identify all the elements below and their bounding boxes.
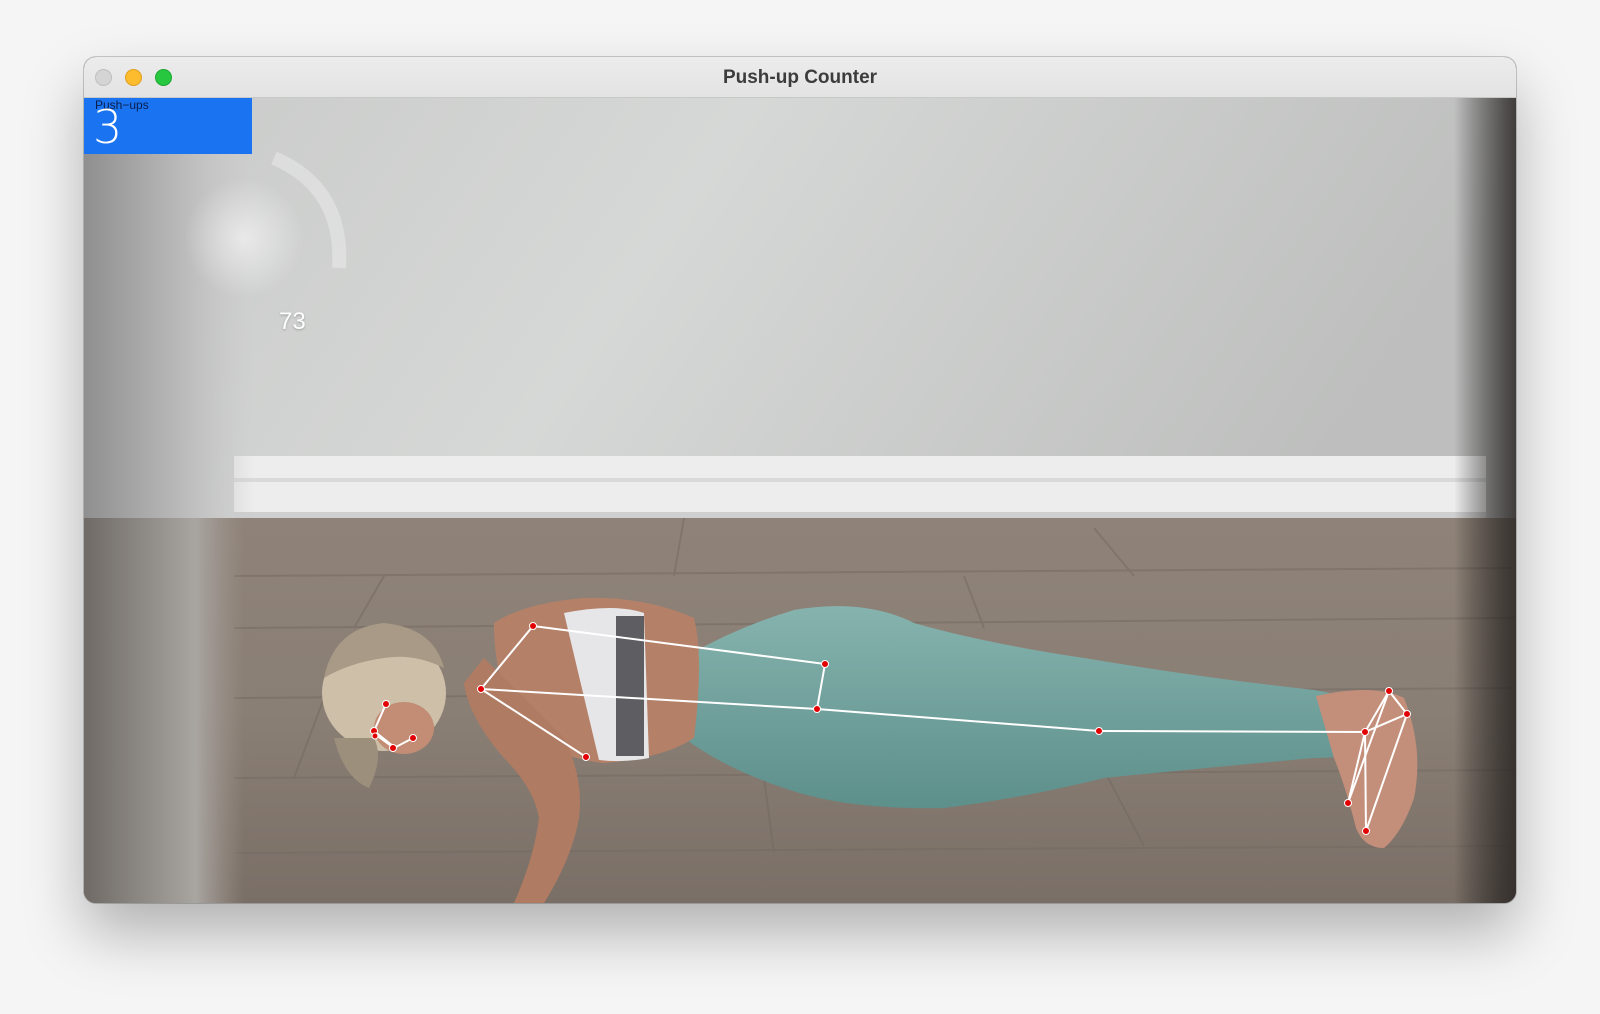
- pushup-counter-box: Push−ups 3: [84, 98, 252, 154]
- blurred-foreground: [84, 98, 254, 518]
- app-window: Push-up Counter Push−ups 3 73: [84, 57, 1516, 903]
- window-title: Push-up Counter: [722, 67, 878, 88]
- video-scene: [84, 98, 1516, 903]
- elbow-angle-readout: 73: [279, 308, 306, 335]
- title-bar: Push-up Counter: [84, 57, 1516, 98]
- baseboard: [234, 456, 1486, 518]
- pushup-counter-value: 3: [93, 100, 123, 154]
- video-frame: Push−ups 3 73: [84, 98, 1516, 903]
